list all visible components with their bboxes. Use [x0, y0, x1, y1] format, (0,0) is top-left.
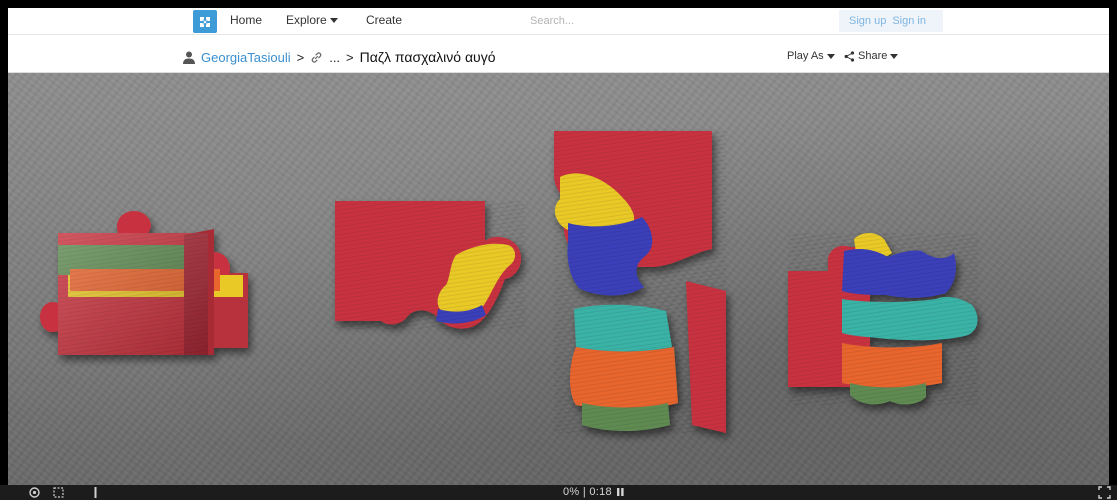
nav-create-link[interactable]: Create: [366, 13, 402, 27]
share-icon: [844, 50, 855, 62]
auth-links: Sign up Sign in: [839, 10, 943, 32]
breadcrumb-separator: >: [296, 49, 305, 65]
user-icon: [183, 51, 195, 64]
breadcrumb-separator: >: [346, 49, 354, 65]
progress-status-text: 0% | 0:18: [563, 486, 612, 498]
share-menu[interactable]: Share: [844, 50, 899, 62]
scatter-pieces-icon[interactable]: [28, 486, 41, 499]
sign-up-link[interactable]: Sign up: [849, 15, 886, 27]
more-options-icon[interactable]: [89, 486, 102, 499]
puzzle-piece[interactable]: [554, 131, 726, 433]
nav-home-link[interactable]: Home: [230, 13, 262, 27]
chevron-down-icon: [329, 18, 338, 23]
fullscreen-icon[interactable]: [1098, 486, 1111, 499]
sign-in-link[interactable]: Sign in: [892, 15, 926, 27]
puzzle-title: Παζλ πασχαλινό αυγό: [359, 49, 496, 65]
play-as-label: Play As: [787, 50, 824, 62]
jigsaw-logo-icon[interactable]: [193, 10, 217, 33]
play-as-menu[interactable]: Play As: [787, 50, 835, 62]
chevron-down-icon: [890, 54, 899, 59]
puzzle-header: GeorgiaTasiouli > ... > Παζλ πασχαλινό α…: [8, 35, 1109, 73]
puzzle-piece[interactable]: [335, 201, 525, 329]
pause-icon[interactable]: [617, 488, 624, 496]
breadcrumb-ellipsis[interactable]: ...: [329, 50, 340, 65]
share-label: Share: [858, 50, 888, 62]
puzzle-board[interactable]: [8, 73, 1109, 485]
puzzle-piece[interactable]: [788, 233, 978, 405]
nav-explore-label: Explore: [286, 13, 327, 27]
select-edges-icon[interactable]: [52, 486, 65, 499]
breadcrumb: GeorgiaTasiouli > ... > Παζλ πασχαλινό α…: [183, 49, 496, 65]
progress-timer: 0% | 0:18: [563, 486, 624, 498]
search-input[interactable]: [522, 11, 722, 31]
link-icon[interactable]: [310, 51, 323, 64]
puzzle-piece[interactable]: [40, 211, 248, 355]
top-navbar: Home Explore Create Sign up Sign in: [8, 8, 1109, 35]
nav-explore-menu[interactable]: Explore: [286, 13, 338, 27]
breadcrumb-user-link[interactable]: GeorgiaTasiouli: [201, 50, 291, 65]
player-controls: 0% | 0:18: [0, 485, 1117, 500]
chevron-down-icon: [826, 54, 835, 59]
